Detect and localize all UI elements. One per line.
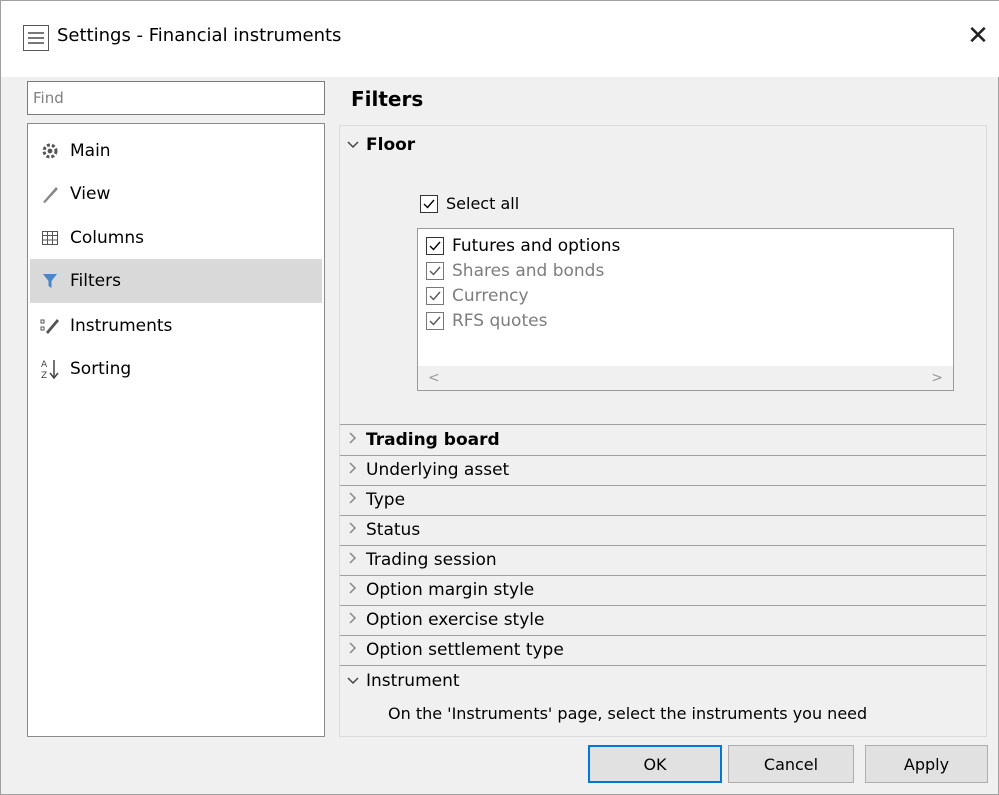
section-label: Trading session [366,550,497,570]
section-label: Status [366,520,421,540]
funnel-icon [30,273,70,289]
sidebar-item-columns[interactable]: Columns [30,216,322,260]
section-underlying-asset-header[interactable]: Underlying asset [340,455,986,485]
list-item[interactable]: Futures and options [426,234,620,258]
pencil-grid-icon [30,317,70,335]
floor-options-list[interactable]: Futures and options Shares and bonds Cur… [417,228,954,391]
checkbox-checked-icon [420,194,438,213]
option-label: Futures and options [452,236,621,256]
sidebar-item-label: Instruments [70,316,173,336]
svg-text:A: A [41,360,48,370]
chevron-right-icon [340,432,366,448]
filters-panel: Floor Select all Futures and options Sha… [339,125,987,737]
section-trading-board-header[interactable]: Trading board [340,425,986,455]
sidebar-item-view[interactable]: View [30,172,322,216]
chevron-right-icon [340,462,366,478]
apply-button[interactable]: Apply [865,745,988,783]
list-item[interactable]: RFS quotes [426,309,547,333]
option-label: RFS quotes [452,311,548,331]
settings-window-icon [23,25,49,51]
cancel-button[interactable]: Cancel [728,745,854,783]
option-label: Currency [452,286,529,306]
chevron-down-icon [340,137,366,153]
sidebar-item-label: Columns [70,228,144,248]
section-floor-header[interactable]: Floor [340,130,986,160]
sort-az-icon: AZ [30,358,70,380]
section-instrument-header[interactable]: Instrument [340,666,986,696]
section-option-settlement-type-header[interactable]: Option settlement type [340,635,986,665]
find-input[interactable] [27,81,325,115]
chevron-down-icon [340,673,366,689]
section-trading-session-header[interactable]: Trading session [340,545,986,575]
sidebar-item-main[interactable]: Main [30,129,322,173]
section-option-exercise-style-header[interactable]: Option exercise style [340,605,986,635]
checkbox-checked-icon [426,312,444,330]
checkbox-checked-icon [426,262,444,280]
section-label: Instrument [366,671,460,691]
section-label: Trading board [366,430,500,450]
option-label: Shares and bonds [452,261,605,281]
section-type-header[interactable]: Type [340,485,986,515]
checkbox-checked-icon [426,237,444,255]
horizontal-scrollbar[interactable]: < > [418,366,953,390]
settings-nav-list: Main View Columns Filters Instruments A … [27,123,325,737]
section-label: Type [366,490,406,510]
svg-text:Z: Z [41,371,47,380]
instrument-hint-text: On the 'Instruments' page, select the in… [388,704,868,723]
section-label: Option margin style [366,580,535,600]
title-bar[interactable]: Settings - Financial instruments ✕ [1,1,999,77]
sidebar-item-label: Filters [70,271,121,291]
chevron-right-icon [340,492,366,508]
sidebar-item-filters[interactable]: Filters [30,259,322,303]
scroll-left-icon[interactable]: < [428,370,440,386]
section-option-margin-style-header[interactable]: Option margin style [340,575,986,605]
sidebar-item-label: Main [70,141,111,161]
sidebar-item-label: View [70,184,111,204]
chevron-right-icon [340,522,366,538]
select-all-label: Select all [446,194,520,213]
section-label: Option exercise style [366,610,545,630]
page-title: Filters [351,87,424,111]
sidebar-item-sorting[interactable]: AZ Sorting [30,347,322,391]
brush-icon [30,184,70,204]
section-label: Floor [366,135,416,155]
select-all-checkbox[interactable]: Select all [420,194,519,213]
section-label: Underlying asset [366,460,510,480]
chevron-right-icon [340,612,366,628]
section-label: Option settlement type [366,640,564,660]
list-item[interactable]: Currency [426,284,529,308]
gear-icon [30,142,70,160]
scroll-right-icon[interactable]: > [931,370,943,386]
sidebar-item-instruments[interactable]: Instruments [30,304,322,348]
settings-window: Settings - Financial instruments ✕ Main … [0,0,999,795]
sidebar-item-label: Sorting [70,359,132,379]
checkbox-checked-icon [426,287,444,305]
chevron-right-icon [340,582,366,598]
ok-button[interactable]: OK [588,745,722,783]
table-icon [30,231,70,245]
chevron-right-icon [340,552,366,568]
close-button[interactable]: ✕ [961,19,995,53]
chevron-right-icon [340,642,366,658]
window-title: Settings - Financial instruments [57,25,342,46]
section-status-header[interactable]: Status [340,515,986,545]
list-item[interactable]: Shares and bonds [426,259,604,283]
